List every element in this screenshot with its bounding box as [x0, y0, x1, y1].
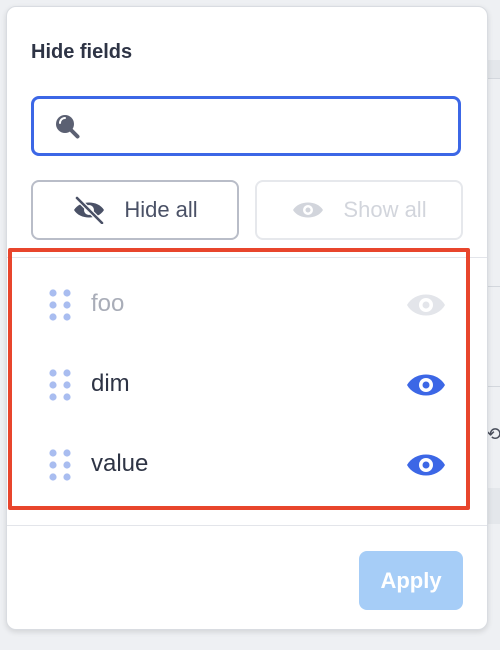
- eye-icon[interactable]: [405, 369, 447, 401]
- footer-divider: [7, 525, 487, 526]
- apply-button[interactable]: Apply: [359, 551, 463, 610]
- field-label: dim: [91, 370, 130, 397]
- field-row-dim[interactable]: dim: [7, 357, 487, 413]
- eye-slash-icon: [74, 196, 105, 224]
- field-row-foo[interactable]: foo: [7, 277, 487, 333]
- eye-icon[interactable]: [405, 449, 447, 481]
- show-all-label: Show all: [343, 197, 427, 222]
- field-label: foo: [91, 290, 125, 317]
- show-all-button[interactable]: Show all: [255, 180, 463, 240]
- drag-handle-icon[interactable]: [47, 447, 73, 483]
- field-row-value[interactable]: value: [7, 437, 487, 493]
- eye-icon: [293, 202, 324, 218]
- drag-handle-icon[interactable]: [47, 367, 73, 403]
- search-field[interactable]: [31, 96, 461, 156]
- eye-icon[interactable]: [405, 289, 447, 321]
- search-input[interactable]: [92, 107, 446, 147]
- background-icon: ⟲: [486, 424, 500, 444]
- drag-handle-icon[interactable]: [47, 287, 73, 323]
- section-divider: [7, 257, 487, 258]
- search-icon: [56, 115, 80, 139]
- hide-all-label: Hide all: [124, 197, 198, 222]
- hide-fields-popover: Hide fields Hide all Show all foo dim va…: [6, 6, 488, 630]
- field-label: value: [91, 450, 149, 477]
- popover-title: Hide fields: [31, 41, 133, 63]
- hide-all-button[interactable]: Hide all: [31, 180, 239, 240]
